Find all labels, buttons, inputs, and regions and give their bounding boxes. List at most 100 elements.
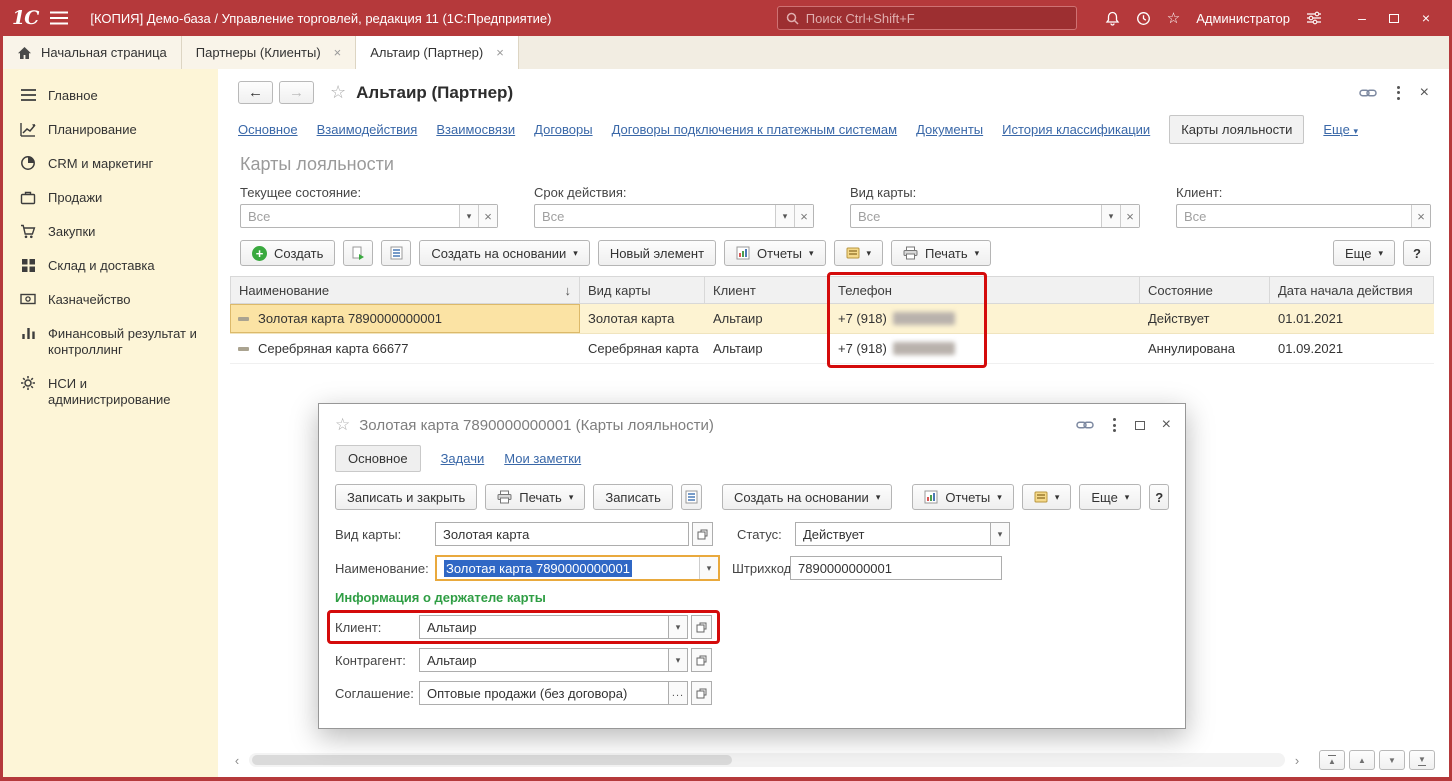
chevron-down-icon[interactable] (699, 557, 718, 579)
save-and-close-button[interactable]: Записать и закрыть (335, 484, 477, 510)
chevron-down-icon[interactable] (1101, 205, 1120, 227)
table-row-cell-kind[interactable]: Золотая карта (580, 304, 705, 334)
create-group-button[interactable] (343, 240, 373, 266)
list-settings-button[interactable] (834, 240, 884, 266)
navlink-payment-contracts[interactable]: Договоры подключения к платежным система… (612, 122, 898, 137)
navlink-documents[interactable]: Документы (916, 122, 983, 137)
list-settings-button[interactable] (1022, 484, 1072, 510)
navlink-contracts[interactable]: Договоры (534, 122, 592, 137)
column-header-state[interactable]: Состояние (1140, 276, 1270, 304)
navlink-main[interactable]: Основное (238, 122, 298, 137)
open-icon[interactable] (691, 681, 712, 705)
table-row-cell-client[interactable]: Альтаир (705, 334, 830, 364)
navlink-more[interactable]: Еще (1323, 122, 1358, 137)
sidebar-item-main[interactable]: Главное (3, 79, 218, 113)
agreement-input[interactable]: Оптовые продажи (без договора) (419, 681, 669, 705)
sidebar-item-warehouse[interactable]: Склад и доставка (3, 249, 218, 283)
close-form-icon[interactable]: × (1420, 84, 1429, 102)
table-row-cell-date[interactable]: 01.09.2021 (1270, 334, 1434, 364)
tab-altair-partner[interactable]: Альтаир (Партнер) (356, 36, 519, 69)
counterparty-input[interactable]: Альтаир (419, 648, 669, 672)
notifications-bell-icon[interactable] (1105, 11, 1120, 26)
navlink-loyalty-cards-active[interactable]: Карты лояльности (1169, 115, 1304, 144)
clear-icon[interactable]: × (1411, 205, 1430, 227)
link-icon[interactable] (1359, 88, 1377, 98)
table-row-cell-kind[interactable]: Серебряная карта (580, 334, 705, 364)
horizontal-scrollbar[interactable] (249, 753, 1285, 767)
chevron-down-icon[interactable] (991, 522, 1010, 546)
create-based-on-button[interactable]: Создать на основании (722, 484, 892, 510)
sidebar-item-planning[interactable]: Планирование (3, 113, 218, 147)
open-icon[interactable] (691, 615, 712, 639)
filter-card-kind-combo[interactable]: Все × (850, 204, 1140, 228)
page-up-button[interactable]: ▲ (1349, 750, 1375, 770)
ellipsis-choose-icon[interactable]: ... (669, 681, 688, 705)
more-button[interactable]: Еще (1333, 240, 1395, 266)
new-element-button[interactable]: Новый элемент (598, 240, 716, 266)
more-actions-icon[interactable] (1111, 416, 1118, 434)
tab-close-icon[interactable] (496, 45, 504, 60)
back-button[interactable]: ← (238, 81, 273, 104)
navlink-relations[interactable]: Взаимосвязи (436, 122, 515, 137)
table-row-cell-name[interactable]: Серебряная карта 66677 (230, 334, 580, 364)
card-kind-input[interactable]: Золотая карта (435, 522, 689, 546)
table-row-cell-date[interactable]: 01.01.2021 (1270, 304, 1434, 334)
sidebar-item-finance[interactable]: Финансовый результат и контроллинг (3, 317, 218, 367)
dialog-tab-tasks[interactable]: Задачи (441, 451, 485, 466)
barcode-input[interactable]: 7890000000001 (790, 556, 1002, 580)
clear-icon[interactable]: × (794, 205, 813, 227)
clear-icon[interactable]: × (478, 205, 497, 227)
link-icon[interactable] (1076, 420, 1094, 430)
forward-button[interactable]: → (279, 81, 314, 104)
table-row-cell-name[interactable]: Золотая карта 7890000000001 (230, 304, 580, 334)
sidebar-item-sales[interactable]: Продажи (3, 181, 218, 215)
open-icon[interactable] (691, 648, 712, 672)
minimize-button[interactable]: – (1348, 6, 1376, 30)
create-button[interactable]: Создать (240, 240, 335, 266)
page-down-button[interactable]: ▼ (1379, 750, 1405, 770)
status-input[interactable]: Действует (795, 522, 991, 546)
dialog-tab-notes[interactable]: Мои заметки (504, 451, 581, 466)
more-button[interactable]: Еще (1079, 484, 1141, 510)
tab-close-icon[interactable] (334, 45, 342, 60)
list-button[interactable] (681, 484, 702, 510)
print-button[interactable]: Печать (891, 240, 991, 266)
filter-validity-combo[interactable]: Все × (534, 204, 814, 228)
table-row-cell-phone[interactable]: +7 (918) (830, 334, 1140, 364)
table-row-cell-phone[interactable]: +7 (918) (830, 304, 1140, 334)
sidebar-item-purchases[interactable]: Закупки (3, 215, 218, 249)
close-dialog-icon[interactable]: × (1162, 416, 1171, 434)
reports-button[interactable]: Отчеты (724, 240, 825, 266)
scroll-right-icon[interactable]: › (1290, 753, 1304, 768)
chevron-down-icon[interactable] (775, 205, 794, 227)
close-window-button[interactable]: × (1412, 6, 1440, 30)
column-header-phone[interactable]: Телефон (830, 276, 1140, 304)
global-search[interactable] (777, 6, 1077, 30)
current-user[interactable]: Администратор (1196, 11, 1290, 26)
navlink-interactions[interactable]: Взаимодействия (317, 122, 418, 137)
main-menu-icon[interactable] (50, 11, 68, 25)
go-to-end-button[interactable]: ▼ (1409, 750, 1435, 770)
maximize-button[interactable] (1380, 6, 1408, 30)
panel-settings-icon[interactable] (1306, 11, 1322, 25)
sidebar-item-crm[interactable]: CRM и маркетинг (3, 147, 218, 181)
favorites-star-icon[interactable]: ☆ (1167, 9, 1180, 27)
clear-icon[interactable]: × (1120, 205, 1139, 227)
column-header-start-date[interactable]: Дата начала действия (1270, 276, 1434, 304)
navlink-classification-history[interactable]: История классификации (1002, 122, 1150, 137)
chevron-down-icon[interactable] (669, 615, 688, 639)
dialog-tab-main[interactable]: Основное (335, 445, 421, 472)
save-button[interactable]: Записать (593, 484, 673, 510)
filter-current-state-combo[interactable]: Все × (240, 204, 498, 228)
tab-partners[interactable]: Партнеры (Клиенты) (182, 36, 356, 69)
print-button[interactable]: Печать (485, 484, 585, 510)
favorite-star-icon[interactable]: ☆ (335, 415, 350, 435)
filter-client-combo[interactable]: Все × (1176, 204, 1431, 228)
more-actions-icon[interactable] (1395, 84, 1402, 102)
open-icon[interactable] (692, 522, 713, 546)
scroll-left-icon[interactable]: ‹ (230, 753, 244, 768)
maximize-dialog-icon[interactable] (1135, 418, 1145, 433)
client-input[interactable]: Альтаир (419, 615, 669, 639)
scrollbar-thumb[interactable] (252, 755, 732, 765)
favorite-star-icon[interactable]: ☆ (330, 82, 346, 103)
